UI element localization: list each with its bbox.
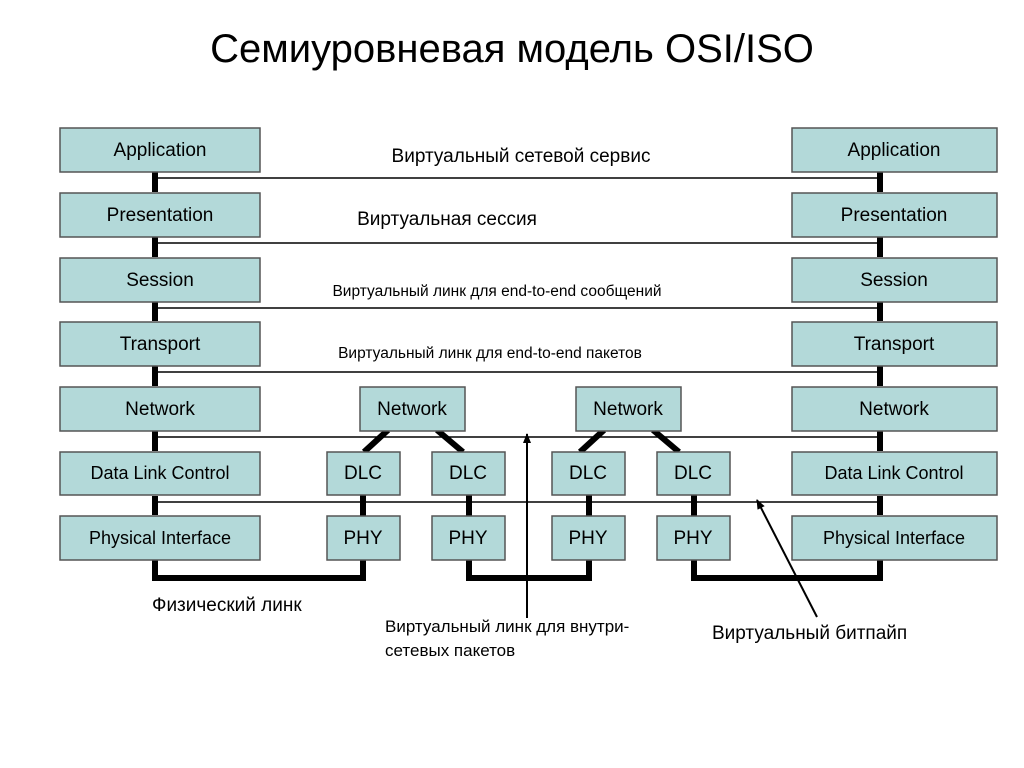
middle-dlc-label-4: DLC — [674, 463, 712, 484]
middle-phy-2[interactable]: PHY — [431, 515, 506, 561]
router2-network-label: Network — [593, 399, 663, 420]
left-layer-session[interactable]: Session — [59, 257, 261, 303]
left-label-session: Session — [126, 270, 194, 291]
link-label-virtual-network-service: Виртуальный сетевой сервис — [392, 146, 651, 167]
router2-network[interactable]: Network — [575, 386, 682, 432]
right-label-session: Session — [860, 270, 928, 291]
left-label-physical: Physical Interface — [89, 528, 231, 548]
annotation-virtual-bitpipe: Виртуальный битпайп — [712, 623, 907, 644]
middle-phy-label-2: PHY — [448, 528, 487, 549]
right-label-transport: Transport — [854, 334, 935, 355]
physical-link-bracket-1 — [152, 560, 366, 581]
left-label-network: Network — [125, 399, 195, 420]
annotation-physical-link: Физический линк — [152, 595, 302, 616]
middle-phy-1[interactable]: PHY — [326, 515, 401, 561]
middle-phy-3[interactable]: PHY — [551, 515, 626, 561]
right-layer-network[interactable]: Network — [791, 386, 998, 432]
annotation-intranet-link-line2: сетевых пакетов — [385, 641, 515, 660]
right-layer-presentation[interactable]: Presentation — [791, 192, 998, 238]
osi-model-diagram: Семиуровневая модель OSI/ISO Application… — [59, 27, 998, 660]
left-layer-datalink[interactable]: Data Link Control — [59, 451, 261, 496]
middle-dlc-2[interactable]: DLC — [431, 451, 506, 496]
router1-network-label: Network — [377, 399, 447, 420]
router-internal-links — [361, 427, 681, 455]
right-layer-datalink[interactable]: Data Link Control — [791, 451, 998, 496]
left-stack: Application Presentation Session Transpo… — [59, 127, 261, 561]
left-label-transport: Transport — [120, 334, 201, 355]
left-layer-physical[interactable]: Physical Interface — [59, 515, 261, 561]
left-layer-application[interactable]: Application — [59, 127, 261, 173]
right-layer-application[interactable]: Application — [791, 127, 998, 173]
router2-network-to-dlc-left — [577, 427, 607, 455]
right-label-network: Network — [859, 399, 929, 420]
link-label-endtoend-packets: Виртуальный линк для end-to-end пакетов — [338, 345, 642, 362]
link-label-virtual-session: Виртуальная сессия — [357, 209, 537, 230]
slide-canvas: Семиуровневая модель OSI/ISO Application… — [0, 0, 1024, 768]
right-label-presentation: Presentation — [841, 205, 948, 226]
left-layer-presentation[interactable]: Presentation — [59, 192, 261, 238]
physical-link-bracket-3 — [691, 560, 883, 581]
physical-link-bracket-2 — [466, 560, 592, 581]
right-label-physical: Physical Interface — [823, 528, 965, 548]
middle-phy-label-1: PHY — [343, 528, 382, 549]
annotation-intranet-link-line1: Виртуальный линк для внутри- — [385, 617, 629, 636]
middle-routers: Network Network DLC DLC DLC DLC PHY PHY … — [326, 386, 731, 561]
left-label-datalink: Data Link Control — [90, 463, 229, 483]
middle-phy-4[interactable]: PHY — [656, 515, 731, 561]
router1-network[interactable]: Network — [359, 386, 466, 432]
middle-dlc-label-3: DLC — [569, 463, 607, 484]
physical-link-brackets — [152, 560, 883, 581]
right-layer-session[interactable]: Session — [791, 257, 998, 303]
left-layer-network[interactable]: Network — [59, 386, 261, 432]
right-label-application: Application — [848, 140, 941, 161]
middle-dlc-phy-connectors — [360, 495, 697, 516]
middle-dlc-1[interactable]: DLC — [326, 451, 401, 496]
right-layer-physical[interactable]: Physical Interface — [791, 515, 998, 561]
middle-dlc-3[interactable]: DLC — [551, 451, 626, 496]
left-label-presentation: Presentation — [107, 205, 214, 226]
router1-network-to-dlc-left — [361, 427, 391, 455]
middle-phy-label-4: PHY — [673, 528, 712, 549]
middle-dlc-4[interactable]: DLC — [656, 451, 731, 496]
middle-phy-label-3: PHY — [568, 528, 607, 549]
right-layer-transport[interactable]: Transport — [791, 321, 998, 367]
page-title: Семиуровневая модель OSI/ISO — [210, 27, 814, 71]
right-stack: Application Presentation Session Transpo… — [791, 127, 998, 561]
router1-network-to-dlc-right — [435, 427, 465, 455]
right-label-datalink: Data Link Control — [824, 463, 963, 483]
left-layer-transport[interactable]: Transport — [59, 321, 261, 367]
left-label-application: Application — [114, 140, 207, 161]
link-label-endtoend-messages: Виртуальный линк для end-to-end сообщени… — [332, 283, 661, 300]
middle-dlc-label-1: DLC — [344, 463, 382, 484]
middle-dlc-label-2: DLC — [449, 463, 487, 484]
router2-network-to-dlc-right — [651, 427, 681, 455]
